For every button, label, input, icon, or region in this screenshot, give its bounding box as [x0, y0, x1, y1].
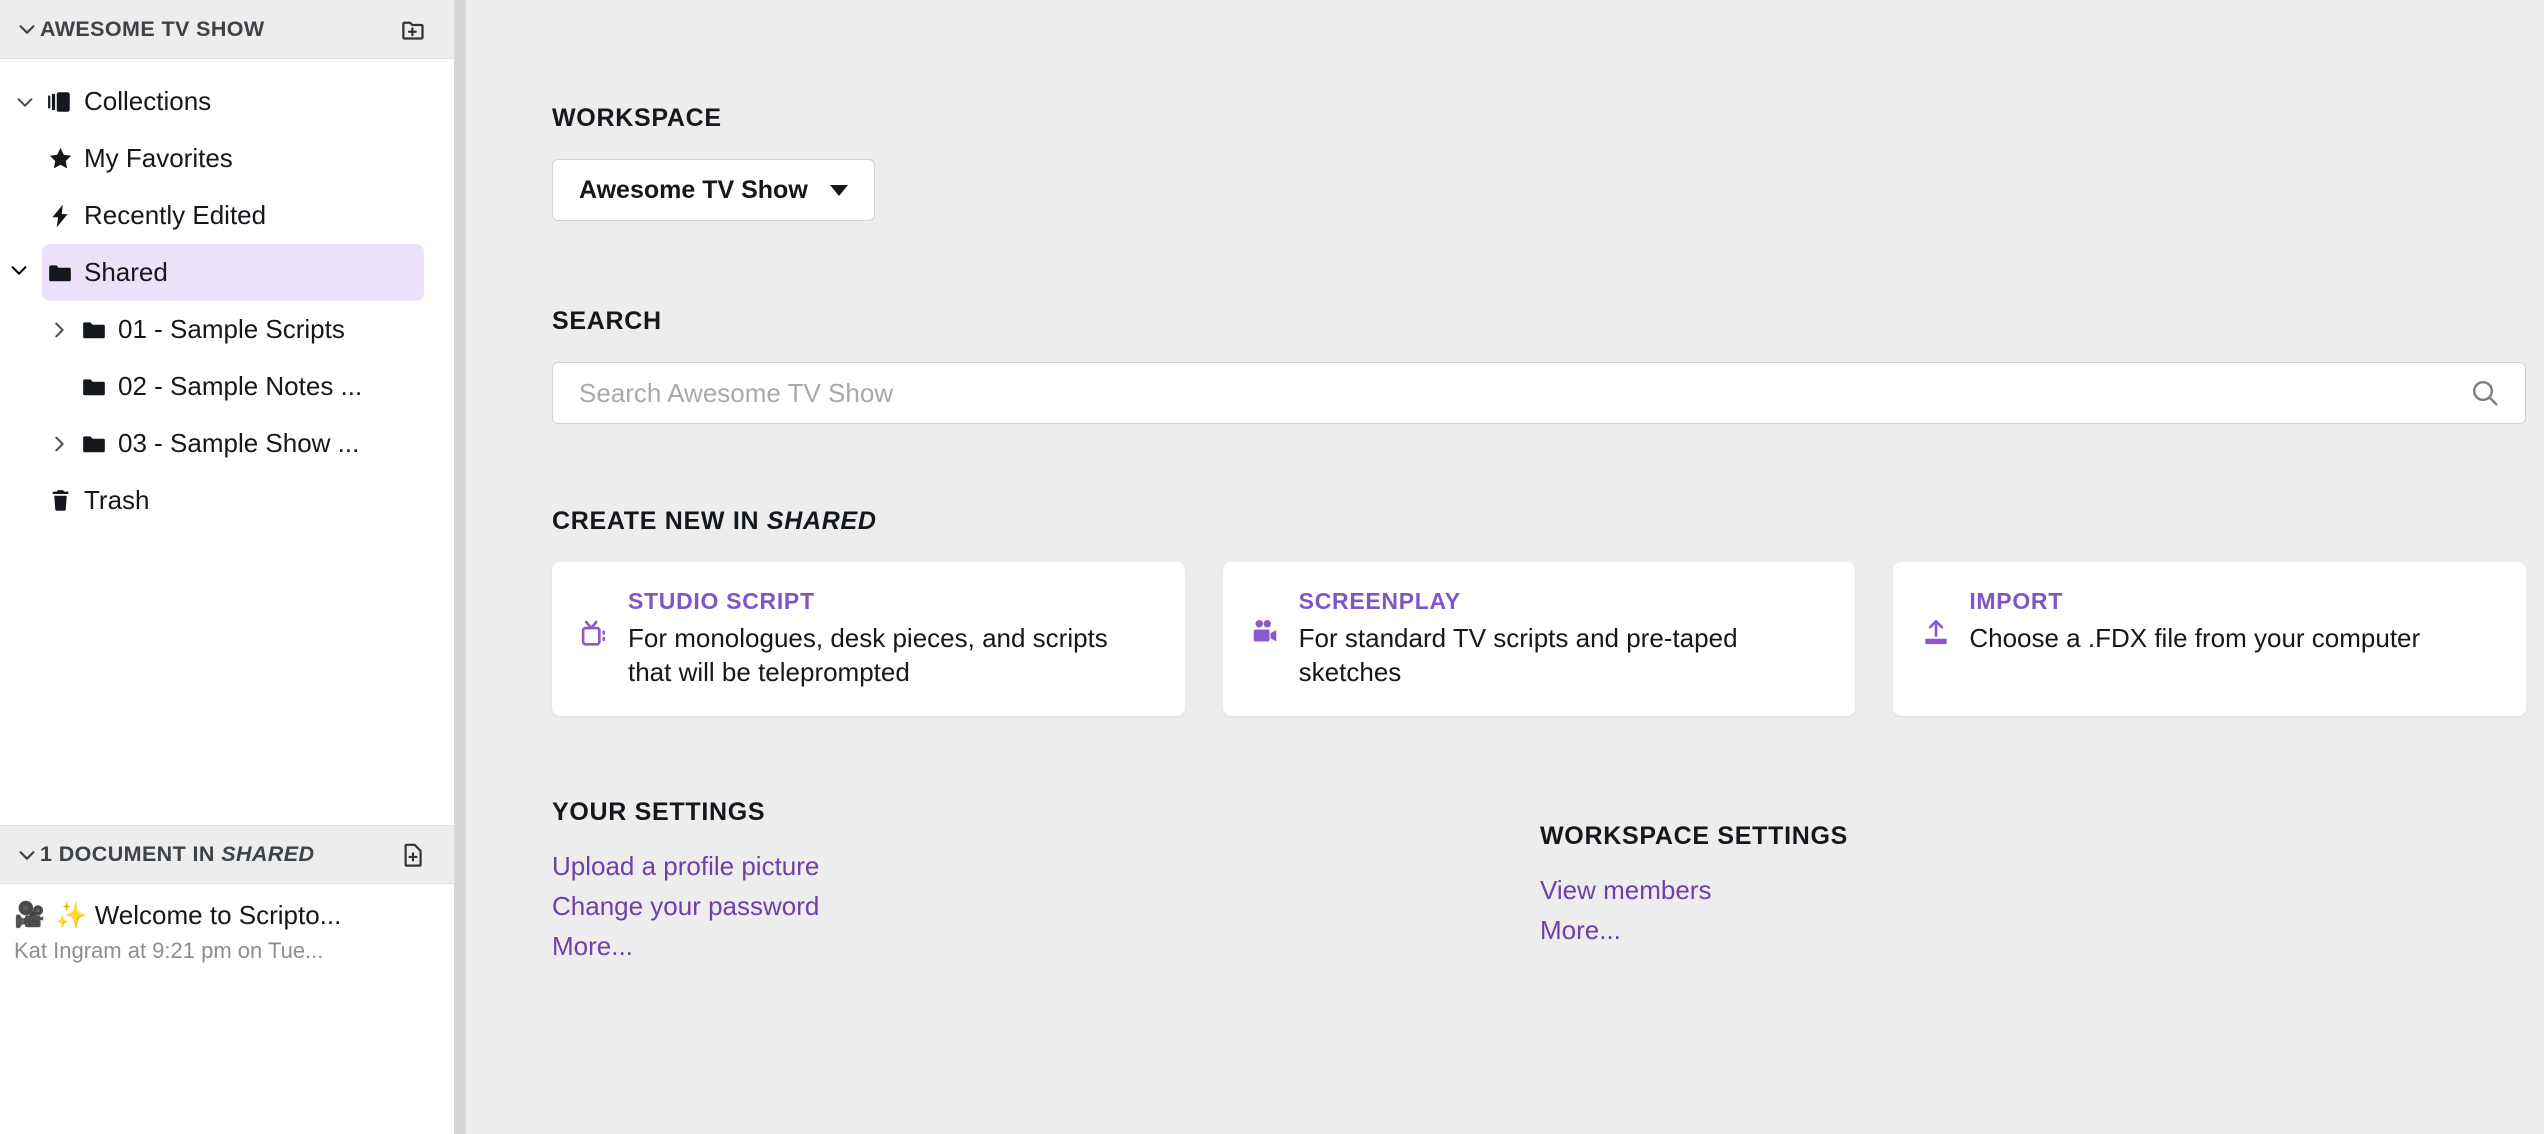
workspace-select[interactable]: Awesome TV Show [552, 159, 875, 221]
create-new-section: CREATE NEW IN SHARED STUDIO SCRIPT For m… [552, 424, 2526, 716]
card-kicker: SCREENPLAY [1299, 588, 1826, 615]
search-section: SEARCH [552, 221, 2526, 424]
search-heading: SEARCH [552, 307, 2526, 336]
your-settings-links: Upload a profile picture Change your pas… [552, 851, 1540, 962]
sidebar-item-label: Shared [78, 257, 168, 288]
chevron-down-icon[interactable] [14, 844, 40, 866]
folder-icon [76, 374, 112, 400]
sidebar-item-label: Trash [78, 485, 150, 516]
sidebar-workspace-title: AWESOME TV SHOW [40, 17, 396, 42]
sidebar-item-label: 02 - Sample Notes ... [112, 371, 362, 402]
bolt-icon [42, 203, 78, 229]
folder-icon [76, 317, 112, 343]
workspace-settings-links: View members More... [1540, 875, 2526, 946]
sidebar-item-03-sample-show[interactable]: 03 - Sample Show ... [0, 415, 454, 472]
sidebar-scrollbar[interactable] [454, 0, 466, 1134]
create-import-card[interactable]: IMPORT Choose a .FDX file from your comp… [1893, 562, 2526, 716]
trash-icon [42, 488, 78, 513]
card-description: For standard TV scripts and pre-taped sk… [1299, 621, 1826, 690]
search-icon[interactable] [2469, 377, 2501, 409]
sidebar-item-trash[interactable]: Trash [0, 472, 454, 529]
card-description: For monologues, desk pieces, and scripts… [628, 621, 1155, 690]
document-title: ✨ Welcome to Scripto... [55, 900, 341, 931]
card-body: SCREENPLAY For standard TV scripts and p… [1299, 588, 1826, 690]
create-new-heading-prefix: CREATE NEW IN [552, 507, 767, 535]
upload-icon [1919, 618, 1953, 648]
workspace-select-value: Awesome TV Show [579, 176, 808, 205]
create-new-heading-scope: SHARED [767, 507, 877, 535]
sidebar-item-shared-wrap: Shared [0, 244, 454, 301]
new-folder-icon[interactable] [396, 16, 430, 43]
document-title-row: 🎥 ✨ Welcome to Scripto... [14, 900, 436, 931]
card-kicker: IMPORT [1969, 588, 2496, 615]
workspace-heading: WORKSPACE [552, 104, 2526, 133]
sidebar-item-label: Recently Edited [78, 200, 266, 231]
star-icon [42, 145, 78, 172]
chevron-right-icon[interactable] [42, 433, 76, 455]
sidebar-item-label: 01 - Sample Scripts [112, 314, 345, 345]
card-body: STUDIO SCRIPT For monologues, desk piece… [628, 588, 1155, 690]
sidebar-documents-title: 1 DOCUMENT IN SHARED [40, 842, 396, 867]
your-settings-column: YOUR SETTINGS Upload a profile picture C… [552, 798, 1540, 972]
sidebar: AWESOME TV SHOW Collections [0, 0, 454, 1134]
sidebar-item-shared[interactable]: Shared [42, 244, 424, 301]
document-subtitle: Kat Ingram at 9:21 pm on Tue... [14, 938, 436, 964]
workspace-section: WORKSPACE Awesome TV Show [552, 0, 2526, 221]
chevron-down-icon[interactable] [8, 259, 30, 286]
sidebar-item-recently-edited[interactable]: Recently Edited [0, 187, 454, 244]
search-input[interactable] [577, 377, 2469, 410]
settings-section: YOUR SETTINGS Upload a profile picture C… [552, 716, 2526, 972]
movie-camera-emoji-icon: 🎥 [14, 903, 45, 928]
card-description: Choose a .FDX file from your computer [1969, 621, 2496, 655]
view-members-link[interactable]: View members [1540, 875, 1711, 905]
create-screenplay-card[interactable]: SCREENPLAY For standard TV scripts and p… [1223, 562, 1856, 716]
sidebar-item-label: 03 - Sample Show ... [112, 428, 359, 459]
new-document-icon[interactable] [396, 842, 430, 868]
sidebar-item-01-sample-scripts[interactable]: 01 - Sample Scripts [0, 301, 454, 358]
card-body: IMPORT Choose a .FDX file from your comp… [1969, 588, 2496, 655]
upload-profile-picture-link[interactable]: Upload a profile picture [552, 851, 819, 881]
your-settings-more-link[interactable]: More... [552, 931, 633, 961]
list-item[interactable]: 🎥 ✨ Welcome to Scripto... Kat Ingram at … [0, 900, 454, 964]
chevron-down-icon[interactable] [8, 91, 42, 113]
television-icon [578, 618, 612, 648]
search-bar[interactable] [552, 362, 2526, 424]
sidebar-document-list: 🎥 ✨ Welcome to Scripto... Kat Ingram at … [0, 884, 454, 1134]
movie-camera-icon [1249, 618, 1283, 648]
chevron-down-icon [830, 185, 848, 196]
workspace-settings-heading: WORKSPACE SETTINGS [1540, 822, 2526, 851]
collections-icon [42, 89, 78, 115]
folder-icon [42, 260, 78, 286]
sidebar-workspace-header[interactable]: AWESOME TV SHOW [0, 0, 454, 59]
sidebar-item-02-sample-notes[interactable]: 02 - Sample Notes ... [0, 358, 454, 415]
sidebar-item-label: My Favorites [78, 143, 233, 174]
document-scope-text: SHARED [221, 842, 314, 866]
workspace-settings-more-link[interactable]: More... [1540, 915, 1621, 945]
main-content: WORKSPACE Awesome TV Show SEARCH CREATE … [454, 0, 2544, 1134]
sidebar-item-my-favorites[interactable]: My Favorites [0, 130, 454, 187]
folder-icon [76, 431, 112, 457]
create-new-heading: CREATE NEW IN SHARED [552, 507, 2526, 536]
card-kicker: STUDIO SCRIPT [628, 588, 1155, 615]
document-count-text: 1 DOCUMENT IN [40, 842, 221, 866]
sidebar-documents-header[interactable]: 1 DOCUMENT IN SHARED [0, 825, 454, 884]
your-settings-heading: YOUR SETTINGS [552, 798, 1540, 827]
sidebar-tree: Collections My Favorites Recently Edited [0, 59, 454, 825]
chevron-right-icon[interactable] [42, 319, 76, 341]
change-password-link[interactable]: Change your password [552, 891, 819, 921]
sidebar-item-collections[interactable]: Collections [0, 73, 454, 130]
app-root: AWESOME TV SHOW Collections [0, 0, 2544, 1134]
create-studio-script-card[interactable]: STUDIO SCRIPT For monologues, desk piece… [552, 562, 1185, 716]
workspace-settings-column: WORKSPACE SETTINGS View members More... [1540, 798, 2526, 972]
sidebar-item-label: Collections [78, 86, 211, 117]
create-new-cards: STUDIO SCRIPT For monologues, desk piece… [552, 562, 2526, 716]
chevron-down-icon[interactable] [14, 18, 40, 40]
